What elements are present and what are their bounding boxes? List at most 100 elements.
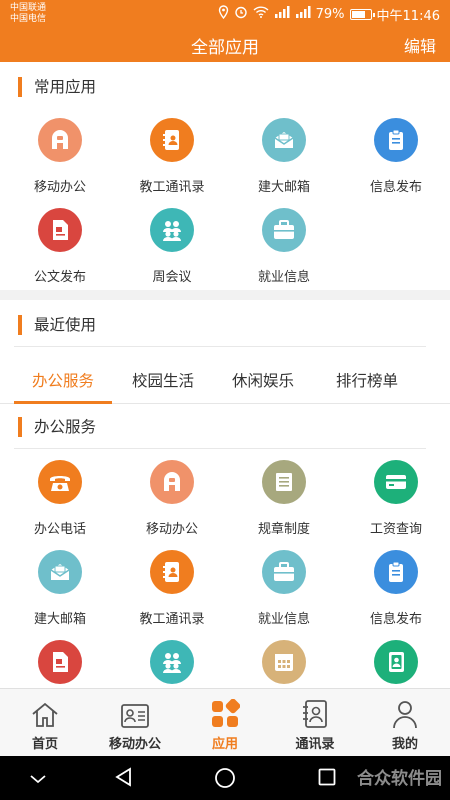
- status-time: 中午11:46: [376, 8, 440, 24]
- app-tile-item-10[interactable]: [228, 640, 340, 688]
- app-tile-信息发布[interactable]: 信息发布: [340, 550, 450, 627]
- app-label: 教工通讯录: [139, 612, 205, 627]
- office-title: 办公服务: [18, 416, 96, 438]
- mobile-office-icon: [38, 118, 82, 162]
- document-icon: [38, 640, 82, 684]
- clipboard-icon: [374, 118, 418, 162]
- recent-divider: [14, 346, 426, 347]
- app-tile-公文发布[interactable]: 公文发布: [4, 208, 116, 285]
- mailbox-icon: [38, 550, 82, 594]
- meeting-icon: [150, 640, 194, 684]
- app-label: 就业信息: [257, 270, 310, 285]
- status-bar: 中国联通 中国电信 79% 中午11:46: [0, 0, 450, 28]
- meeting-icon: [150, 208, 194, 252]
- nav-label: 首页: [31, 737, 58, 752]
- app-tile-办公电话[interactable]: 办公电话: [4, 460, 116, 537]
- carrier-2: 中国电信: [10, 14, 47, 24]
- nav-首页[interactable]: 首页: [0, 689, 90, 757]
- office-divider: [14, 448, 426, 449]
- app-tile-移动办公[interactable]: 移动办公: [116, 460, 228, 537]
- app-tile-教工通讯录[interactable]: 教工通讯录: [116, 550, 228, 627]
- calendar-icon: [262, 640, 306, 684]
- app-label: 移动办公: [145, 522, 198, 537]
- location-icon: [218, 5, 229, 23]
- app-label: 移动办公: [33, 180, 86, 195]
- nav-应用[interactable]: 应用: [180, 689, 270, 757]
- apps-grid-icon: [180, 689, 270, 729]
- contacts-book-icon: [150, 550, 194, 594]
- profile-icon: [360, 689, 450, 729]
- app-header: 全部应用 编辑: [0, 28, 450, 62]
- battery-icon: [349, 8, 375, 20]
- telephone-icon: [38, 460, 82, 504]
- app-tile-工资查询[interactable]: 工资查询: [340, 460, 450, 537]
- page-title: 全部应用: [191, 38, 259, 58]
- briefcase-icon: [262, 208, 306, 252]
- app-label: 公文发布: [33, 270, 86, 285]
- contacts-icon: [270, 689, 360, 729]
- salary-card-icon: [374, 460, 418, 504]
- app-tile-信息发布[interactable]: 信息发布: [340, 118, 450, 195]
- nav-label: 通讯录: [295, 737, 335, 752]
- app-label: 规章制度: [257, 522, 310, 537]
- app-label: 工资查询: [369, 522, 422, 537]
- status-indicators: 79% 中午11:46: [218, 4, 440, 24]
- app-tile-规章制度[interactable]: 规章制度: [228, 460, 340, 537]
- nav-label: 我的: [391, 737, 418, 752]
- carrier-1: 中国联通: [10, 3, 47, 13]
- clipboard-icon: [374, 550, 418, 594]
- app-tile-item-9[interactable]: [116, 640, 228, 688]
- tab-办公服务[interactable]: 办公服务: [14, 360, 112, 404]
- app-label: 信息发布: [369, 180, 422, 195]
- signal-icon-1: [274, 6, 290, 22]
- app-label: 周会议: [152, 270, 192, 285]
- nav-label: 应用: [211, 737, 238, 752]
- app-tile-教工通讯录[interactable]: 教工通讯录: [116, 118, 228, 195]
- app-label: 教工通讯录: [139, 180, 205, 195]
- alarm-icon: [234, 5, 248, 23]
- app-tile-item-11[interactable]: [340, 640, 450, 688]
- tab-休闲娱乐[interactable]: 休闲娱乐: [216, 360, 310, 403]
- home-icon: [0, 689, 90, 729]
- document-icon: [38, 208, 82, 252]
- app-label: 办公电话: [33, 522, 86, 537]
- category-tabs: 办公服务 校园生活 休闲娱乐 排行榜单: [0, 360, 450, 404]
- tab-校园生活[interactable]: 校园生活: [116, 360, 210, 403]
- tab-排行榜单[interactable]: 排行榜单: [316, 360, 418, 403]
- contacts-book-icon: [150, 118, 194, 162]
- app-tile-建大邮箱[interactable]: 建大邮箱: [228, 118, 340, 195]
- battery-percent: 79%: [315, 6, 345, 22]
- recent-section: 最近使用: [0, 300, 450, 360]
- signal-icon-2: [295, 6, 311, 22]
- bottom-navigation: 首页 移动办公 应用 通讯录 我的: [0, 688, 450, 756]
- app-label: 建大邮箱: [33, 612, 86, 627]
- recent-title: 最近使用: [18, 314, 96, 336]
- app-label: 就业信息: [257, 612, 310, 627]
- app-label: 建大邮箱: [257, 180, 310, 195]
- address-book-icon: [374, 640, 418, 684]
- office-section: 办公服务 办公电话 移动办公 规章制度 工资查询建大邮箱 教工通讯录 就业信息 信息发布: [0, 404, 450, 688]
- rules-list-icon: [262, 460, 306, 504]
- app-tile-就业信息[interactable]: 就业信息: [228, 550, 340, 627]
- back-icon[interactable]: [114, 767, 134, 791]
- nav-label: 移动办公: [108, 737, 161, 752]
- recents-icon[interactable]: [318, 768, 336, 790]
- mobile-office-icon: [150, 460, 194, 504]
- home-circle-icon[interactable]: [214, 767, 236, 793]
- mailbox-icon: [262, 118, 306, 162]
- app-tile-建大邮箱[interactable]: 建大邮箱: [4, 550, 116, 627]
- common-apps-title: 常用应用: [18, 76, 96, 98]
- app-tile-移动办公[interactable]: 移动办公: [4, 118, 116, 195]
- system-nav-bar: 合众软件园: [0, 756, 450, 800]
- nav-我的[interactable]: 我的: [360, 689, 450, 757]
- nav-通讯录[interactable]: 通讯录: [270, 689, 360, 757]
- briefcase-icon: [262, 550, 306, 594]
- app-tile-周会议[interactable]: 周会议: [116, 208, 228, 285]
- edit-button[interactable]: 编辑: [404, 33, 436, 57]
- common-apps-section: 常用应用 移动办公 教工通讯录 建大邮箱 信息发布公文发布 周会议 就业信息: [0, 62, 450, 290]
- watermark: 合众软件园: [357, 769, 442, 789]
- app-tile-就业信息[interactable]: 就业信息: [228, 208, 340, 285]
- collapse-icon[interactable]: [29, 770, 47, 789]
- app-tile-item-8[interactable]: [4, 640, 116, 688]
- nav-移动办公[interactable]: 移动办公: [90, 689, 180, 757]
